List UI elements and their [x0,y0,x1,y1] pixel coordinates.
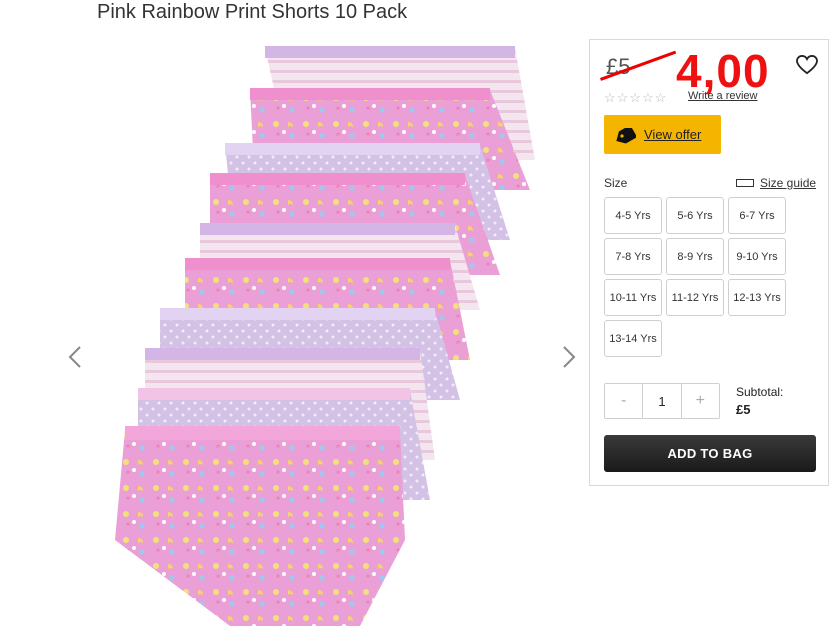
size-option[interactable]: 11-12 Yrs [666,279,724,316]
view-offer-label: View offer [644,127,702,142]
subtotal-label: Subtotal: [736,385,784,399]
quantity-increase-button[interactable]: + [682,384,719,418]
size-option[interactable]: 9-10 Yrs [728,238,786,275]
size-options: 4-5 Yrs 5-6 Yrs 6-7 Yrs 7-8 Yrs 8-9 Yrs … [604,197,794,357]
size-option[interactable]: 13-14 Yrs [604,320,662,357]
gallery-next-button[interactable] [562,345,576,375]
size-guide-label: Size guide [760,176,817,190]
size-option[interactable]: 7-8 Yrs [604,238,662,275]
chevron-right-icon [563,346,576,368]
size-guide-link[interactable]: Size guide [736,176,816,190]
quantity-input[interactable]: 1 [642,384,682,418]
quantity-decrease-button[interactable]: - [605,384,642,418]
tag-icon [614,124,638,144]
size-option[interactable]: 8-9 Yrs [666,238,724,275]
shorts-pack-illustration [115,46,535,626]
add-to-bag-button[interactable]: ADD TO BAG [604,435,816,472]
subtotal-value: £5 [736,402,751,417]
purchase-panel: £5 4,00 ☆☆☆☆☆ Write a review View offer … [589,39,829,486]
size-option[interactable]: 4-5 Yrs [604,197,662,234]
size-option[interactable]: 12-13 Yrs [728,279,786,316]
size-option[interactable]: 6-7 Yrs [728,197,786,234]
size-option[interactable]: 5-6 Yrs [666,197,724,234]
write-review-link[interactable]: Write a review [688,90,757,102]
old-price: £5 [600,50,677,81]
chevron-left-icon [68,346,81,368]
rating-stars: ☆☆☆☆☆ [604,90,668,105]
wishlist-button[interactable] [796,54,818,82]
size-label: Size [604,176,628,190]
product-title: Pink Rainbow Print Shorts 10 Pack [97,1,408,23]
view-offer-button[interactable]: View offer [604,115,721,154]
product-image [60,40,590,626]
quantity-stepper: - 1 + [604,383,720,419]
ruler-icon [736,179,754,187]
size-option[interactable]: 10-11 Yrs [604,279,662,316]
heart-icon [796,54,818,75]
gallery-prev-button[interactable] [68,345,82,375]
